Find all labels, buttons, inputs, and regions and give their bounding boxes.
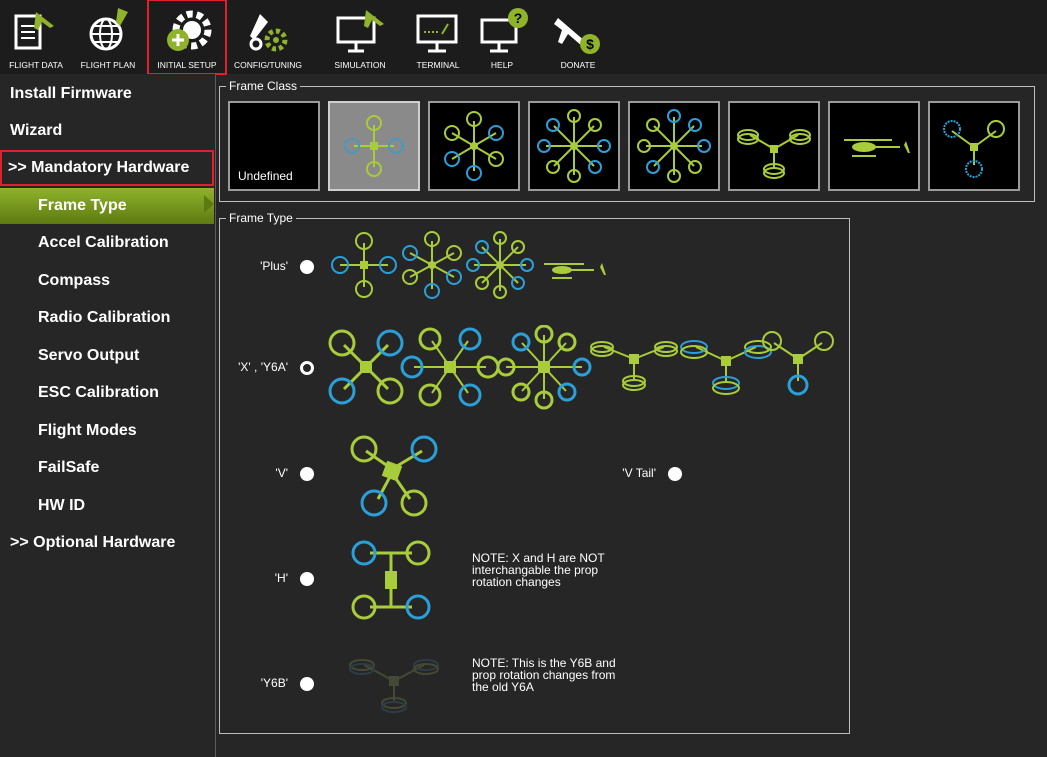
svg-text:$: $ (586, 36, 594, 52)
v-radio[interactable] (300, 467, 314, 481)
terminal-button[interactable]: TERMINAL (404, 2, 472, 72)
x-y6a-label: 'X' , 'Y6A' (238, 360, 288, 374)
x-frames-icon (328, 325, 834, 410)
frame-class-hexa[interactable] (428, 101, 520, 191)
v-label: 'V' (275, 466, 288, 480)
config-tuning-label: CONFIG/TUNING (234, 60, 302, 70)
simulation-label: SIMULATION (334, 60, 386, 70)
y6b-note: NOTE: This is the Y6B and prop rotation … (472, 657, 672, 693)
h-frame-icon (351, 540, 431, 620)
frame-class-tri[interactable] (928, 101, 1020, 191)
h-note: NOTE: X and H are NOT interchangable the… (472, 552, 672, 588)
helicopter-icon (844, 139, 910, 157)
octa-frame-icon (537, 109, 611, 183)
donate-label: DONATE (560, 60, 596, 70)
help-button[interactable]: ? HELP (468, 2, 536, 72)
v-tail-radio[interactable] (668, 467, 682, 481)
octa-quad-frame-icon (637, 109, 711, 183)
flight-data-icon (14, 12, 54, 50)
initial-setup-button[interactable]: INITIAL SETUP (147, 0, 227, 75)
plus-radio[interactable] (300, 260, 314, 274)
frame-class-quad[interactable] (328, 101, 420, 191)
sidebar-item-mandatory-hardware[interactable]: >> Mandatory Hardware (0, 150, 214, 186)
terminal-label: TERMINAL (416, 60, 460, 70)
main-toolbar: FLIGHT DATA FLIGHT PLAN INITIAL SETUP CO… (0, 0, 1047, 75)
h-note-line: rotation changes (472, 575, 561, 589)
y6b-label: 'Y6B' (260, 676, 288, 690)
globe-icon (89, 8, 128, 51)
y6b-radio[interactable] (300, 677, 314, 691)
flight-data-button[interactable]: FLIGHT DATA (2, 2, 70, 72)
terminal-icon (416, 14, 458, 53)
sidebar-item-install-firmware[interactable]: Install Firmware (0, 76, 224, 112)
flight-data-label: FLIGHT DATA (9, 60, 63, 70)
frame-type-title: Frame Type (226, 211, 296, 225)
active-item-pointer (204, 195, 214, 213)
initial-setup-label: INITIAL SETUP (157, 60, 217, 70)
plane-dollar-icon: $ (554, 18, 600, 54)
frame-class-undefined[interactable]: Undefined (228, 101, 320, 191)
wrench-gear-icon (249, 14, 288, 52)
undefined-label: Undefined (238, 169, 293, 183)
tri-frame-icon (943, 120, 1005, 178)
sidebar-item-wizard[interactable]: Wizard (0, 113, 224, 149)
plus-frames-icon (331, 231, 606, 299)
frame-class-octa-quad[interactable] (628, 101, 720, 191)
v-tail-label: 'V Tail' (622, 466, 656, 480)
setup-sidebar: Install Firmware Wizard >> Mandatory Har… (0, 74, 216, 757)
h-label: 'H' (274, 571, 288, 585)
v-frame-icon (350, 435, 438, 517)
flight-plan-label: FLIGHT PLAN (80, 60, 136, 70)
flight-plan-button[interactable]: FLIGHT PLAN (74, 2, 142, 72)
frame-class-title: Frame Class (226, 79, 301, 93)
quad-frame-icon (344, 115, 404, 177)
y6-frame-icon (737, 129, 811, 179)
donate-button[interactable]: $ DONATE (544, 2, 612, 72)
y6b-note-line: the old Y6A (472, 680, 534, 694)
sidebar-divider (215, 74, 216, 757)
monitor-plane-icon (336, 10, 384, 53)
x-y6a-radio[interactable] (300, 361, 314, 375)
hexa-frame-icon (444, 111, 504, 181)
help-label: HELP (490, 60, 514, 70)
gear-plus-icon (167, 10, 212, 51)
frame-class-heli[interactable] (828, 101, 920, 191)
sidebar-item-frame-type[interactable]: Frame Type (0, 188, 214, 224)
sidebar-item-optional-hardware[interactable]: >> Optional Hardware (0, 525, 224, 561)
config-tuning-button[interactable]: CONFIG/TUNING (234, 2, 302, 72)
simulation-button[interactable]: SIMULATION (326, 2, 394, 72)
help-icon: ? (480, 8, 528, 53)
frame-type-group: Frame Type 'Plus' 'X' , 'Y6A' 'V' 'V Tai… (219, 211, 850, 734)
y6b-frame-icon (349, 659, 439, 713)
plus-label: 'Plus' (260, 259, 288, 273)
svg-text:?: ? (514, 10, 523, 26)
frame-class-octa[interactable] (528, 101, 620, 191)
frame-class-group: Frame Class Undefined (219, 79, 1035, 202)
frame-class-y6[interactable] (728, 101, 820, 191)
h-radio[interactable] (300, 572, 314, 586)
